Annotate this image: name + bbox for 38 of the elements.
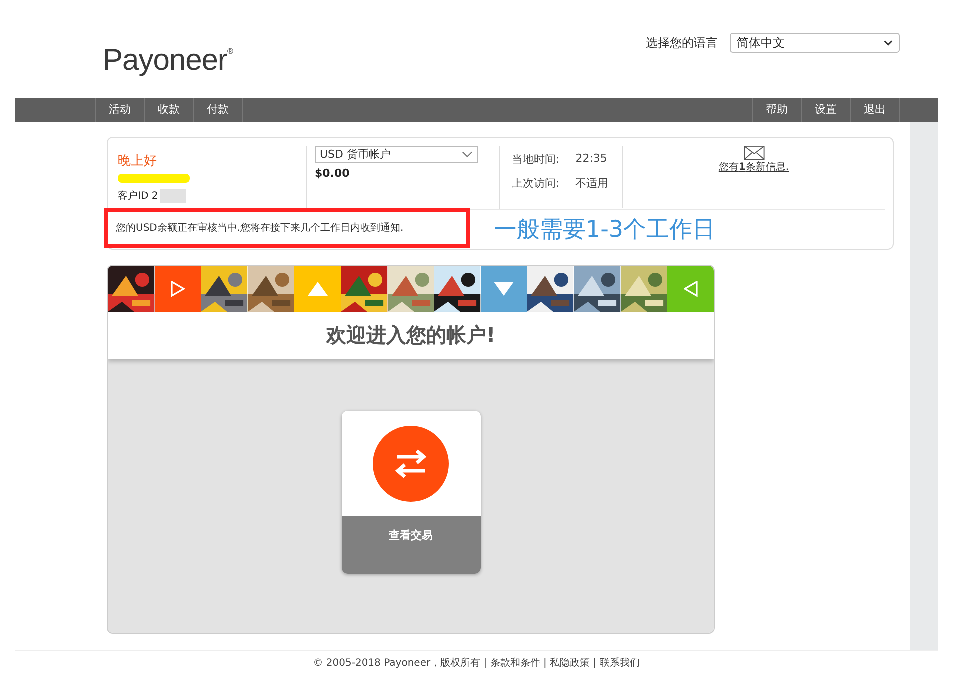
arrow-tile[interactable] bbox=[294, 266, 342, 312]
language-label: 选择您的语言 bbox=[646, 34, 718, 52]
annotation-text: 一般需要1-3个工作日 bbox=[494, 216, 716, 244]
local-time: 22:35 bbox=[576, 152, 608, 167]
transactions-label: 查看交易 bbox=[389, 528, 433, 544]
envelope-icon bbox=[744, 146, 764, 160]
balance: $0.00 bbox=[315, 167, 351, 180]
nav-item[interactable]: 活动 bbox=[96, 98, 145, 122]
caret-icon bbox=[462, 151, 473, 158]
nav-item[interactable]: 付款 bbox=[194, 98, 243, 122]
nav-item[interactable]: 退出 bbox=[851, 98, 900, 122]
welcome-title: 欢迎进入您的帐户! bbox=[108, 312, 714, 359]
last-visit-label: 上次访问: bbox=[512, 176, 560, 191]
up-triangle-icon bbox=[308, 282, 328, 296]
last-visit: 不适用 bbox=[576, 176, 609, 191]
back-icon bbox=[684, 281, 698, 297]
redaction-mark bbox=[118, 174, 190, 183]
transactions-card[interactable]: 查看交易 bbox=[342, 411, 480, 574]
nav-item[interactable]: 帮助 bbox=[753, 98, 802, 122]
nav-item[interactable]: 设置 bbox=[802, 98, 851, 122]
arrow-tile[interactable] bbox=[480, 266, 528, 312]
currency-select[interactable]: USD 货币帐户 bbox=[315, 146, 478, 163]
local-time-label: 当地时间: bbox=[512, 152, 560, 167]
customer-id: 客户ID 2 bbox=[118, 190, 158, 203]
play-icon bbox=[170, 281, 185, 297]
messages-link[interactable]: 您有1条新信息. bbox=[718, 160, 790, 174]
nav-item[interactable]: 收款 bbox=[145, 98, 194, 122]
notice-text: 您的USD余额正在审核当中.您将在接下来几个工作日内收到通知. bbox=[116, 222, 404, 235]
language-select[interactable]: 简体中文 bbox=[730, 33, 900, 53]
arrow-tile[interactable] bbox=[154, 266, 202, 312]
greeting: 晚上好 bbox=[118, 153, 158, 170]
exchange-icon bbox=[373, 426, 449, 502]
payoneer-logo: Payoneer$^{®}$ bbox=[103, 44, 233, 78]
caret-icon bbox=[884, 40, 893, 46]
arrow-tile[interactable] bbox=[667, 266, 714, 312]
blur-mark bbox=[160, 189, 186, 203]
footer-text: © 2005-2018 Payoneer，版权所有 | 条款和条件 | 私隐政策 | 联系我们 bbox=[313, 656, 640, 670]
down-triangle-icon bbox=[494, 282, 514, 296]
